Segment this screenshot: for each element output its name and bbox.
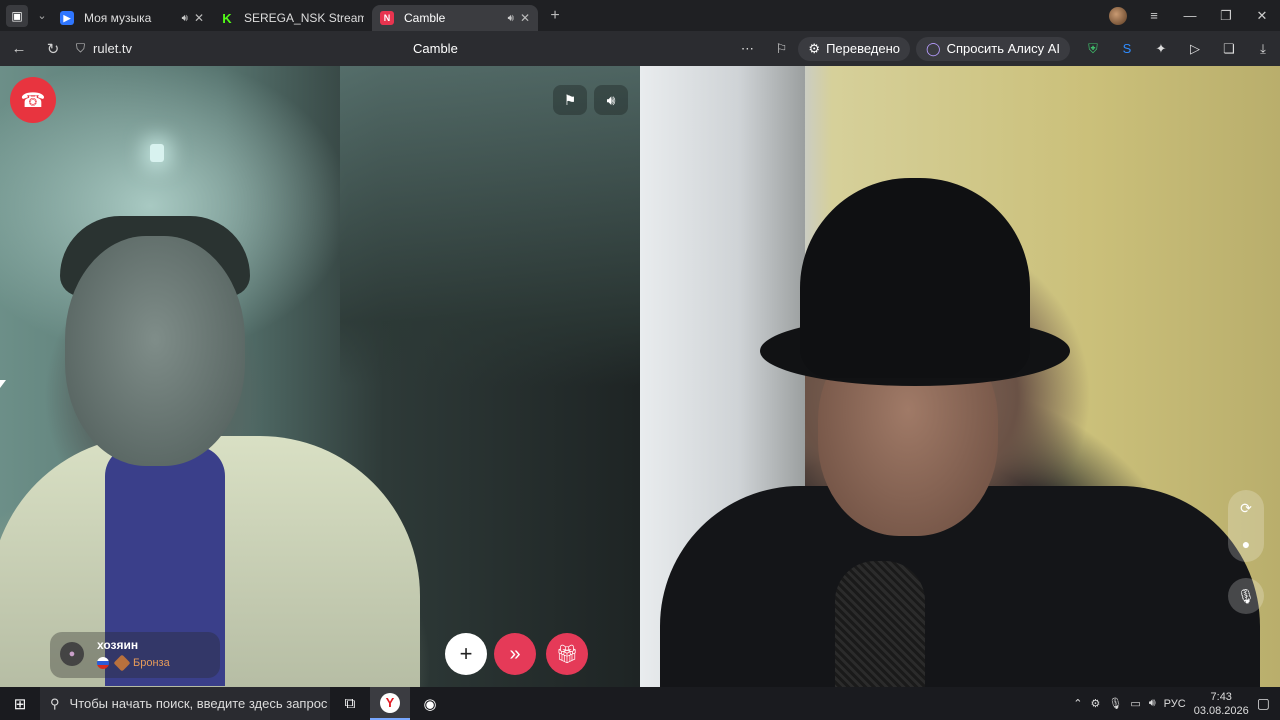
yandex-browser-icon[interactable]: Y xyxy=(370,687,410,720)
translate-icon: ⚙ xyxy=(808,40,821,56)
menu-icon[interactable]: ≡ xyxy=(1136,8,1172,23)
downloads-icon[interactable]: ⤓ xyxy=(1251,37,1275,61)
music-icon: ▶ xyxy=(60,11,74,25)
profile-avatar[interactable] xyxy=(1100,6,1136,25)
tab-title: Моя музыка xyxy=(84,11,152,25)
date: 03.08.2026 xyxy=(1193,704,1249,717)
speaker-icon[interactable]: 🔊︎ xyxy=(182,13,188,24)
browser-tab-strip: ▣ ⌄ ▶ Моя музыка 🔊︎ ✕ K SEREGA_NSK Strea… xyxy=(0,0,1280,31)
close-window-button[interactable]: ✕ xyxy=(1244,8,1280,24)
tab-title: Camble xyxy=(404,11,446,25)
time: 7:43 xyxy=(1210,690,1232,703)
hang-up-button[interactable]: ☎ xyxy=(10,77,56,123)
country-flag-icon xyxy=(97,657,109,669)
notifications-icon[interactable]: ▢ xyxy=(1257,695,1270,712)
camble-icon: N xyxy=(380,11,394,25)
shield-icon: ⛉ xyxy=(76,41,86,55)
report-flag-button[interactable]: ⚑ xyxy=(553,85,587,115)
alice-label: Спросить Алису AI xyxy=(946,41,1060,56)
page-title: Camble xyxy=(413,41,458,56)
ask-alice-button[interactable]: ◯ Спросить Алису AI xyxy=(916,36,1070,61)
browser-menu-icon[interactable]: ▣ xyxy=(6,4,28,27)
mouse-cursor xyxy=(0,380,6,388)
switch-camera-icon[interactable]: ⟳ xyxy=(1240,490,1252,526)
tab-camble[interactable]: N Camble 🔊︎ ✕ xyxy=(372,5,538,31)
maximize-button[interactable]: ❐ xyxy=(1208,8,1244,24)
chevron-down-icon[interactable]: ⌄ xyxy=(32,5,52,27)
clock[interactable]: 7:43 03.08.2026 xyxy=(1194,690,1249,718)
tab-music[interactable]: ▶ Моя музыка 🔊︎ ✕ xyxy=(52,5,212,31)
tab-title: SEREGA_NSK Stream - Wa xyxy=(244,11,364,25)
kick-icon: K xyxy=(220,11,234,26)
chevron-up-icon[interactable]: ⌃ xyxy=(1073,697,1082,710)
taskbar-search[interactable]: ⚲ Чтобы начать поиск, введите здесь запр… xyxy=(40,687,330,720)
translated-button[interactable]: ⚙ Переведено xyxy=(798,36,911,61)
volume-button[interactable]: 🔊︎ xyxy=(594,85,628,115)
address-bar: ← ↻ ⛉ rulet.tv Camble ⋯ ⚐ ⚙ Переведено ◯… xyxy=(0,31,1280,66)
next-partner-button[interactable]: » xyxy=(494,633,536,675)
system-tray: ⌃ ⚙ 🎙︎ ▭ 🔊︎ РУС 7:43 03.08.2026 ▢ xyxy=(1073,687,1280,720)
minimize-button[interactable]: — xyxy=(1172,8,1208,23)
bookmark-icon[interactable]: ⚐ xyxy=(769,37,793,61)
remote-user-badge[interactable]: ● хозяин Бронза xyxy=(50,632,220,678)
camera-settings-icon[interactable]: ● xyxy=(1242,526,1250,562)
microphone-tray-icon[interactable]: 🎙︎ xyxy=(1108,697,1122,710)
video-extension-icon[interactable]: ▷ xyxy=(1183,37,1207,61)
microphone xyxy=(835,561,925,687)
search-placeholder: Чтобы начать поиск, введите здесь запрос xyxy=(69,696,328,711)
wifi-icon[interactable]: ▭ xyxy=(1130,697,1140,710)
remote-person-face xyxy=(65,236,245,466)
local-video xyxy=(640,66,1280,687)
close-icon[interactable]: ✕ xyxy=(194,11,204,25)
search-icon: ⚲ xyxy=(50,695,60,711)
camera-controls: ⟳ ● xyxy=(1228,490,1264,562)
network-icon[interactable]: ⚙ xyxy=(1090,697,1100,710)
gift-button[interactable]: 🎁︎ xyxy=(546,633,588,675)
remote-user-rank: Бронза xyxy=(133,657,170,669)
collections-icon[interactable]: ❏ xyxy=(1217,37,1241,61)
ceiling-lamp xyxy=(150,144,164,162)
shazam-extension-icon[interactable]: S xyxy=(1115,37,1139,61)
obs-icon[interactable]: ◉ xyxy=(410,687,450,720)
microphone-control: 🎙︎ xyxy=(1228,578,1264,614)
volume-tray-icon[interactable]: 🔊︎ xyxy=(1149,697,1156,710)
remote-user-name: хозяин xyxy=(97,638,139,652)
local-person-hat xyxy=(800,178,1030,378)
windows-taskbar: ⊞ ⚲ Чтобы начать поиск, введите здесь за… xyxy=(0,687,1280,720)
avatar: ● xyxy=(60,642,84,666)
language-indicator[interactable]: РУС xyxy=(1164,698,1186,710)
microphone-icon[interactable]: 🎙︎ xyxy=(1237,578,1255,614)
back-button[interactable]: ← xyxy=(4,34,34,64)
alice-icon: ◯ xyxy=(926,40,941,56)
task-view-icon[interactable]: ⧉ xyxy=(330,687,370,720)
speaker-icon[interactable]: 🔊︎ xyxy=(508,13,514,24)
protect-extension-icon[interactable]: ⛨ xyxy=(1081,37,1105,61)
background-shelf xyxy=(340,66,640,386)
url-field[interactable]: ⛉ rulet.tv xyxy=(76,41,376,56)
close-icon[interactable]: ✕ xyxy=(520,11,530,25)
url-text: rulet.tv xyxy=(93,41,133,56)
windows-start-button[interactable]: ⊞ xyxy=(0,687,40,720)
rank-medal-icon xyxy=(113,654,131,672)
more-icon[interactable]: ⋯ xyxy=(735,37,759,61)
tab-stream[interactable]: K SEREGA_NSK Stream - Wa xyxy=(212,5,372,31)
reload-button[interactable]: ↻ xyxy=(38,34,68,64)
remote-video xyxy=(0,66,640,687)
new-tab-button[interactable]: + xyxy=(544,5,566,27)
add-friend-button[interactable]: + xyxy=(445,633,487,675)
extensions-icon[interactable]: ✦ xyxy=(1149,37,1173,61)
translated-label: Переведено xyxy=(826,41,901,56)
